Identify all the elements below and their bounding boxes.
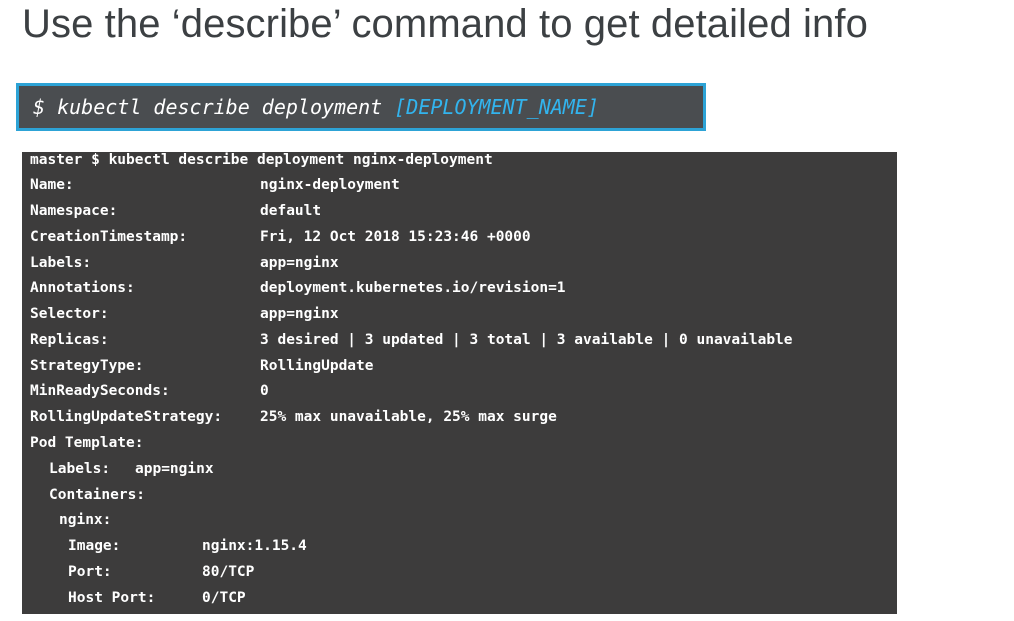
field-key: Port: (68, 564, 112, 580)
terminal-output: master $ kubectl describe deployment ngi… (22, 152, 897, 614)
field-value: app=nginx (260, 255, 339, 271)
field-row: Namespace: default (30, 200, 321, 222)
field-key: RollingUpdateStrategy: (30, 409, 223, 425)
container-host-port-row: Host Port: 0/TCP (68, 587, 246, 609)
slide-title: Use the ‘describe’ command to get detail… (22, 2, 868, 46)
field-row: Pod Template: (30, 432, 144, 454)
field-value: default (260, 203, 322, 219)
field-value: Fri, 12 Oct 2018 15:23:46 +0000 (260, 229, 531, 245)
field-value: app=nginx (135, 461, 214, 477)
command-syntax-box: $ kubectl describe deployment [DEPLOYMEN… (16, 83, 706, 131)
field-value: nginx:1.15.4 (202, 538, 307, 554)
field-key: Namespace: (30, 203, 118, 219)
command-text: $ kubectl describe deployment (33, 95, 395, 119)
field-row: MinReadySeconds: 0 (30, 380, 269, 402)
field-value: 25% max unavailable, 25% max surge (260, 409, 557, 425)
field-value: deployment.kubernetes.io/revision=1 (260, 280, 566, 296)
field-key: Selector: (30, 306, 109, 322)
field-value: 0/TCP (202, 590, 246, 606)
field-key: Annotations: (30, 280, 135, 296)
field-row: Replicas: 3 desired | 3 updated | 3 total… (30, 329, 793, 351)
field-row: StrategyType: RollingUpdate (30, 355, 374, 377)
container-port-row: Port: 80/TCP (68, 561, 254, 583)
field-row: Annotations: deployment.kubernetes.io/rev… (30, 277, 566, 299)
field-key: CreationTimestamp: (30, 229, 188, 245)
field-key: Name: (30, 177, 74, 193)
pod-labels-row: Labels: app=nginx (49, 458, 214, 480)
container-image-row: Image: nginx:1.15.4 (68, 535, 307, 557)
field-key: Host Port: (68, 590, 156, 606)
field-key: Containers: (49, 487, 146, 503)
field-key: nginx: (59, 512, 112, 528)
field-key: MinReadySeconds: (30, 383, 170, 399)
field-value: 0 (260, 383, 269, 399)
field-row: Labels: app=nginx (30, 252, 339, 274)
field-key: Replicas: (30, 332, 109, 348)
field-value: app=nginx (260, 306, 339, 322)
field-value: nginx-deployment (260, 177, 400, 193)
container-name-row: nginx: (59, 509, 111, 531)
field-value: RollingUpdate (260, 358, 374, 374)
field-row: Selector: app=nginx (30, 303, 339, 325)
deployment-name-placeholder: [DEPLOYMENT_NAME] (394, 95, 599, 119)
field-value: 80/TCP (202, 564, 255, 580)
field-value: 3 desired | 3 updated | 3 total | 3 avai… (260, 332, 793, 348)
pod-containers-row: Containers: (49, 484, 145, 506)
terminal-command-line: master $ kubectl describe deployment ngi… (30, 152, 493, 168)
field-key: StrategyType: (30, 358, 144, 374)
field-key: Pod Template: (30, 435, 144, 451)
field-key: Image: (68, 538, 121, 554)
field-row: RollingUpdateStrategy: 25% max unavailabl… (30, 406, 557, 428)
field-row: Name: nginx-deployment (30, 174, 400, 196)
field-key: Labels: (49, 461, 111, 477)
field-row: CreationTimestamp: Fri, 12 Oct 2018 15:23… (30, 226, 531, 248)
field-key: Labels: (30, 255, 92, 271)
